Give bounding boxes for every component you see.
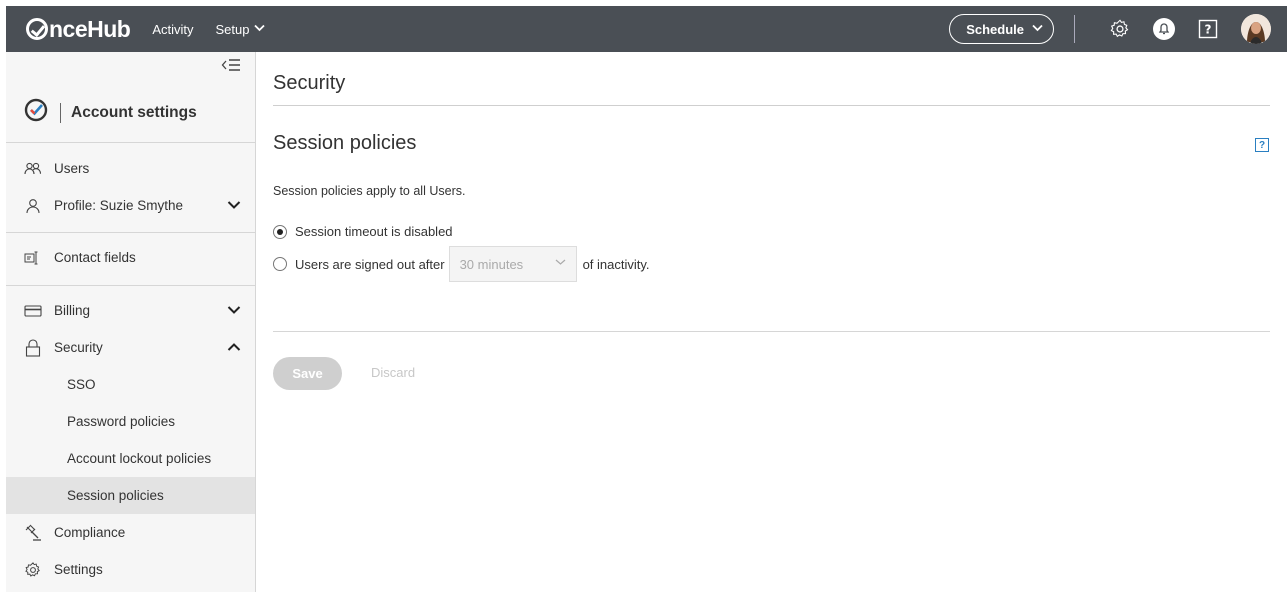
sidebar-item-label: Session policies: [67, 488, 164, 503]
lock-icon: [24, 338, 42, 357]
nav-setup-label: Setup: [215, 21, 250, 37]
sidebar-divider: [6, 285, 255, 286]
option-signed-out-after[interactable]: Users are signed out after 30 minutes of…: [273, 246, 650, 282]
sidebar-item-label: Security: [54, 340, 103, 355]
sidebar-item-profile[interactable]: Profile: Suzie Smythe: [6, 187, 255, 224]
chevron-down-icon: [555, 257, 566, 269]
option-timeout-disabled[interactable]: Session timeout is disabled: [273, 224, 453, 239]
option-label-prefix: Users are signed out after: [295, 256, 445, 272]
nav-activity-label: Activity: [152, 21, 194, 37]
page-title: Security: [273, 72, 346, 94]
sidebar-subitem-password-policies[interactable]: Password policies: [6, 403, 255, 440]
sidebar-item-label: Contact fields: [54, 250, 136, 265]
svg-text:?: ?: [1205, 23, 1212, 37]
sidebar-item-label: Password policies: [67, 414, 176, 429]
sidebar-item-label: Account lockout policies: [67, 451, 212, 466]
nav-setup[interactable]: Setup: [216, 22, 265, 37]
save-button[interactable]: Save: [273, 357, 342, 390]
credit-card-icon: [24, 304, 42, 318]
sidebar-item-label: Compliance: [54, 525, 126, 540]
help-icon[interactable]: ?: [1195, 16, 1221, 42]
bell-icon[interactable]: [1151, 16, 1177, 42]
sidebar-item-label: Profile: Suzie Smythe: [54, 198, 184, 213]
oncehub-logo[interactable]: nceHub: [26, 15, 131, 43]
sidebar-item-security[interactable]: Security: [6, 329, 255, 366]
form-divider: [273, 331, 1270, 332]
schedule-button[interactable]: Schedule: [949, 14, 1054, 44]
option-label-suffix: of inactivity.: [582, 256, 650, 272]
sidebar-item-users[interactable]: Users: [6, 150, 255, 187]
discard-button[interactable]: Discard: [371, 365, 415, 380]
logo-check-icon: [26, 18, 48, 40]
gear-icon[interactable]: [1107, 16, 1133, 42]
sidebar-item-label: Settings: [54, 562, 103, 577]
sidebar: Account settings Users Profile: Suzie Sm…: [6, 52, 256, 592]
sidebar-item-billing[interactable]: Billing: [6, 292, 255, 329]
help-icon[interactable]: ?: [1255, 138, 1269, 152]
gear-icon: [24, 561, 42, 579]
sidebar-item-label: SSO: [67, 377, 96, 392]
radio-signed-out-after[interactable]: [273, 257, 287, 271]
sidebar-item-contact-fields[interactable]: Contact fields: [6, 239, 255, 276]
top-nav-bar: nceHub Activity Setup Schedule ?: [6, 6, 1287, 52]
title-divider: [273, 105, 1270, 106]
collapse-sidebar-icon[interactable]: [221, 58, 241, 76]
sidebar-item-label: Billing: [54, 303, 91, 318]
option-label: Session timeout is disabled: [295, 224, 453, 239]
account-settings-title: Account settings: [71, 103, 197, 121]
oncehub-check-icon: [24, 98, 48, 127]
sidebar-item-compliance[interactable]: Compliance: [6, 514, 255, 551]
users-icon: [24, 162, 42, 176]
section-title: Session policies: [273, 132, 417, 154]
sidebar-subitem-sso[interactable]: SSO: [6, 366, 255, 403]
chevron-down-icon: [253, 23, 265, 35]
user-icon: [24, 198, 42, 214]
radio-timeout-disabled[interactable]: [273, 224, 287, 239]
sidebar-item-label: Users: [54, 161, 90, 176]
chevron-down-icon[interactable]: [227, 198, 241, 213]
timeout-duration-select[interactable]: 30 minutes: [448, 246, 577, 282]
sidebar-subitem-session-policies[interactable]: Session policies: [6, 477, 255, 514]
section-description: Session policies apply to all Users.: [273, 184, 466, 198]
sidebar-subitem-account-lockout-policies[interactable]: Account lockout policies: [6, 440, 255, 477]
sidebar-divider: [6, 142, 255, 143]
chevron-down-icon[interactable]: [227, 303, 241, 318]
logo-text: nceHub: [49, 15, 131, 42]
sidebar-item-settings[interactable]: Settings: [6, 551, 255, 588]
header-separator: [60, 102, 61, 123]
contact-fields-icon: [24, 251, 42, 265]
chevron-down-icon: [1032, 23, 1043, 35]
avatar[interactable]: [1241, 14, 1271, 44]
nav-activity[interactable]: Activity: [152, 22, 193, 37]
chevron-up-icon[interactable]: [227, 340, 241, 355]
gavel-icon: [24, 524, 42, 542]
schedule-label: Schedule: [966, 21, 1024, 37]
account-settings-header: Account settings: [24, 98, 197, 127]
sidebar-divider: [6, 232, 255, 233]
topbar-divider: [1074, 15, 1075, 43]
select-value: 30 minutes: [459, 256, 524, 272]
